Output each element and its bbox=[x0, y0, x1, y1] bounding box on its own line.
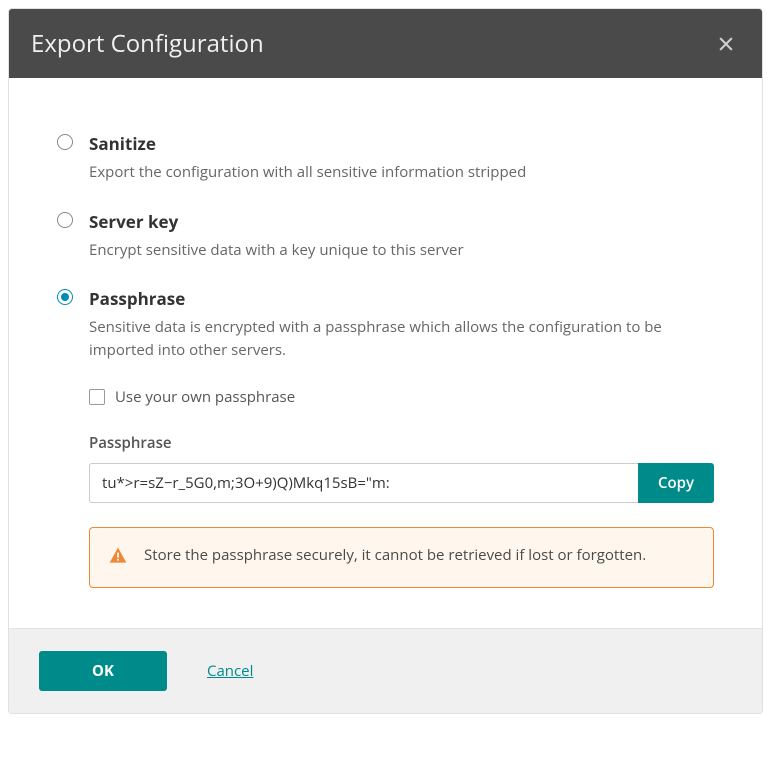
option-sanitize-desc: Export the configuration with all sensit… bbox=[89, 161, 714, 184]
warning-icon bbox=[108, 546, 128, 571]
radio-sanitize[interactable] bbox=[57, 134, 73, 150]
warning-alert: Store the passphrase securely, it cannot… bbox=[89, 527, 714, 588]
option-server-key-desc: Encrypt sensitive data with a key unique… bbox=[89, 239, 714, 262]
passphrase-sub-section: Use your own passphrase Passphrase Copy … bbox=[89, 387, 714, 588]
own-passphrase-label: Use your own passphrase bbox=[115, 387, 295, 407]
dialog-body: Sanitize Export the configuration with a… bbox=[9, 78, 762, 628]
own-passphrase-row: Use your own passphrase bbox=[89, 387, 714, 407]
warning-text: Store the passphrase securely, it cannot… bbox=[144, 544, 646, 567]
option-sanitize-title: Sanitize bbox=[89, 132, 714, 155]
dialog-header: Export Configuration bbox=[9, 9, 762, 78]
option-sanitize: Sanitize Export the configuration with a… bbox=[57, 132, 714, 184]
passphrase-input-group: Copy bbox=[89, 463, 714, 503]
own-passphrase-checkbox[interactable] bbox=[89, 389, 105, 405]
ok-button[interactable]: OK bbox=[39, 651, 167, 691]
passphrase-input[interactable] bbox=[89, 463, 638, 503]
passphrase-field-label: Passphrase bbox=[89, 433, 714, 453]
close-icon bbox=[716, 34, 736, 54]
option-passphrase: Passphrase Sensitive data is encrypted w… bbox=[57, 287, 714, 361]
option-sanitize-content: Sanitize Export the configuration with a… bbox=[89, 132, 714, 184]
radio-passphrase[interactable] bbox=[57, 289, 73, 305]
cancel-link[interactable]: Cancel bbox=[207, 661, 253, 681]
option-server-key-content: Server key Encrypt sensitive data with a… bbox=[89, 210, 714, 262]
option-server-key-title: Server key bbox=[89, 210, 714, 233]
copy-button[interactable]: Copy bbox=[638, 463, 714, 503]
option-server-key: Server key Encrypt sensitive data with a… bbox=[57, 210, 714, 262]
export-configuration-dialog: Export Configuration Sanitize Export the… bbox=[8, 8, 763, 714]
close-button[interactable] bbox=[712, 30, 740, 58]
option-passphrase-title: Passphrase bbox=[89, 287, 714, 310]
dialog-title: Export Configuration bbox=[31, 27, 264, 60]
option-passphrase-desc: Sensitive data is encrypted with a passp… bbox=[89, 316, 714, 361]
radio-server-key[interactable] bbox=[57, 212, 73, 228]
dialog-footer: OK Cancel bbox=[9, 628, 762, 713]
option-passphrase-content: Passphrase Sensitive data is encrypted w… bbox=[89, 287, 714, 361]
